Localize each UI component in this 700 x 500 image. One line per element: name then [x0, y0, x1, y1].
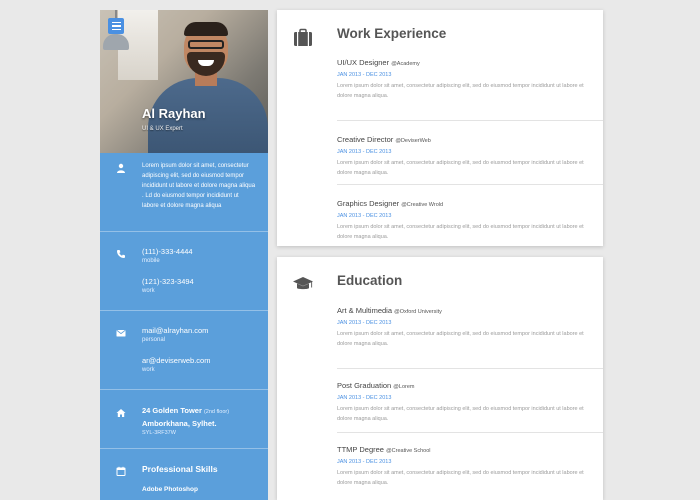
- phone-icon: [117, 250, 125, 258]
- entry-date: JAN 2013 - DEC 2013: [337, 72, 392, 78]
- phone-work-label: work: [142, 288, 155, 294]
- work-entry: Graphics Designer @Creative Wrold JAN 20…: [337, 185, 603, 249]
- entry-organization: @Creative Wrold: [401, 202, 444, 208]
- entry-date: JAN 2013 - DEC 2013: [337, 395, 392, 401]
- skills-title: Professional Skills: [142, 464, 218, 474]
- about-text: Lorem ipsum dolor sit amet, consectetur …: [142, 163, 256, 209]
- about-section: Lorem ipsum dolor sit amet, consectetur …: [100, 153, 268, 232]
- education-entry: Art & Multimedia @Oxford University JAN …: [337, 305, 603, 369]
- entry-description: Lorem ipsum dolor sit amet, consectetur …: [337, 331, 584, 347]
- entry-date: JAN 2013 - DEC 2013: [337, 320, 392, 326]
- entry-heading: Graphics Designer @Creative Wrold: [337, 198, 585, 211]
- briefcase-icon: [294, 28, 312, 46]
- profile-photo-hair: [184, 22, 228, 36]
- sidebar: Al Rayhan UI & UX Expert Lorem ipsum dol…: [100, 10, 268, 500]
- work-experience-card: Work Experience UI/UX Designer @Academy …: [277, 10, 603, 246]
- address-line2: Amborkhana, Sylhet.: [142, 419, 217, 428]
- entry-role: Creative Director: [337, 135, 394, 144]
- email-personal[interactable]: mail@alrayhan.com: [142, 325, 256, 336]
- education-title: Education: [337, 273, 403, 288]
- entry-date: JAN 2013 - DEC 2013: [337, 149, 392, 155]
- lamp: [103, 34, 129, 50]
- menu-button[interactable]: [108, 18, 124, 34]
- entry-heading: TTMP Degree @Creative School: [337, 444, 585, 457]
- profile-photo-glasses: [188, 40, 224, 49]
- address-line1: 24 Golden Tower (2nd floor): [142, 405, 256, 418]
- entry-description: Lorem ipsum dolor sit amet, consectetur …: [337, 406, 584, 422]
- entry-organization: @Lorem: [393, 384, 415, 390]
- email-work[interactable]: ar@deviserweb.com: [142, 355, 256, 366]
- entry-organization: @DeviserWeb: [395, 138, 431, 144]
- profile-name: Al Rayhan: [142, 106, 206, 121]
- entry-organization: @Creative School: [386, 448, 431, 454]
- entry-date: JAN 2013 - DEC 2013: [337, 459, 392, 465]
- profile-header: Al Rayhan UI & UX Expert: [100, 10, 268, 153]
- phone-mobile-label: mobile: [142, 258, 160, 264]
- entry-date: JAN 2013 - DEC 2013: [337, 213, 392, 219]
- education-card: Education Art & Multimedia @Oxford Unive…: [277, 257, 603, 500]
- education-entry: Post Graduation @Lorem JAN 2013 - DEC 20…: [337, 369, 603, 433]
- menu-icon: [111, 21, 121, 24]
- entry-description: Lorem ipsum dolor sit amet, consectetur …: [337, 83, 584, 99]
- address-section: 24 Golden Tower (2nd floor) Amborkhana, …: [100, 390, 268, 449]
- entry-role: UI/UX Designer: [337, 58, 390, 67]
- graduation-cap-icon: [293, 277, 313, 290]
- skills-section: Professional Skills Adobe Photoshop: [100, 449, 268, 495]
- profile-title: UI & UX Expert: [142, 126, 183, 132]
- email-section: mail@alrayhan.com personal ar@deviserweb…: [100, 311, 268, 390]
- education-entry: TTMP Degree @Creative School JAN 2013 - …: [337, 433, 603, 497]
- phone-work[interactable]: (121)-323-3494: [142, 276, 256, 287]
- skill-item: Adobe Photoshop: [142, 486, 198, 493]
- work-experience-title: Work Experience: [337, 26, 447, 41]
- home-icon: [116, 409, 126, 417]
- work-entry: Creative Director @DeviserWeb JAN 2013 -…: [337, 121, 603, 185]
- entry-description: Lorem ipsum dolor sit amet, consectetur …: [337, 470, 584, 486]
- address-zip: SYL-3RF37W: [142, 430, 176, 436]
- address-street: 24 Golden Tower: [142, 406, 202, 415]
- education-entries: Art & Multimedia @Oxford University JAN …: [337, 305, 603, 497]
- work-entries: UI/UX Designer @Academy JAN 2013 - DEC 2…: [337, 57, 603, 249]
- entry-role: TTMP Degree: [337, 445, 384, 454]
- email-personal-label: personal: [142, 337, 166, 343]
- entry-description: Lorem ipsum dolor sit amet, consectetur …: [337, 160, 584, 176]
- entry-heading: UI/UX Designer @Academy: [337, 57, 585, 70]
- envelope-icon: [116, 329, 126, 337]
- entry-role: Art & Multimedia: [337, 306, 393, 315]
- entry-heading: Creative Director @DeviserWeb: [337, 134, 585, 147]
- entry-heading: Art & Multimedia @Oxford University: [337, 305, 585, 318]
- calendar-icon: [116, 466, 126, 476]
- entry-role: Graphics Designer: [337, 199, 400, 208]
- entry-description: Lorem ipsum dolor sit amet, consectetur …: [337, 224, 584, 240]
- phone-mobile[interactable]: (111)-333-4444: [142, 246, 256, 257]
- phone-section: (111)-333-4444 mobile (121)-323-3494 wor…: [100, 232, 268, 311]
- entry-role: Post Graduation: [337, 381, 392, 390]
- entry-organization: @Academy: [391, 61, 420, 67]
- work-entry: UI/UX Designer @Academy JAN 2013 - DEC 2…: [337, 57, 603, 121]
- email-work-label: work: [142, 367, 155, 373]
- user-icon: [117, 163, 125, 173]
- address-floor: (2nd floor): [203, 409, 230, 415]
- entry-organization: @Oxford University: [394, 309, 442, 315]
- entry-heading: Post Graduation @Lorem: [337, 380, 585, 393]
